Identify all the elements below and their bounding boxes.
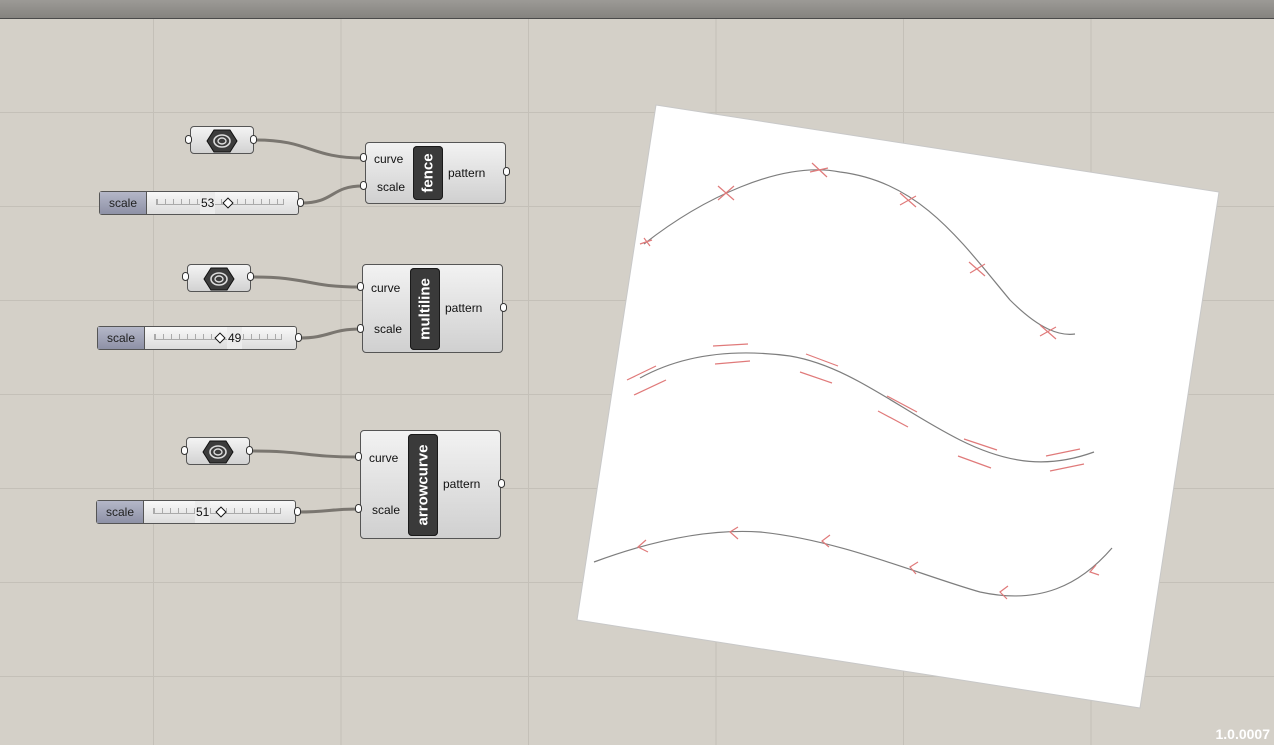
preview-sheet xyxy=(576,104,1220,709)
version-label: 1.0.0007 xyxy=(1215,726,1271,742)
preview-viewport[interactable] xyxy=(0,0,1274,745)
